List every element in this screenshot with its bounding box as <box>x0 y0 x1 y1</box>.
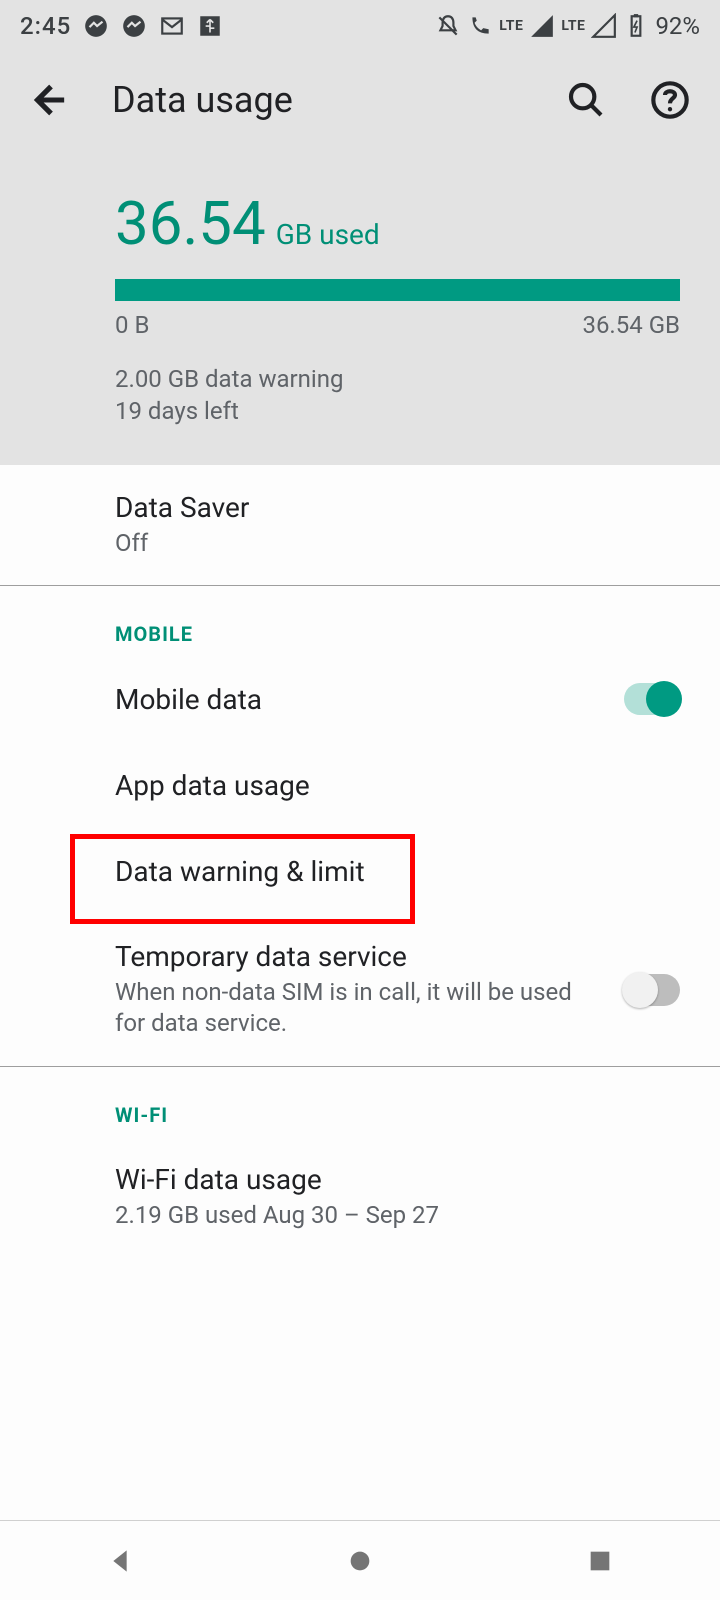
mobile-data-switch[interactable] <box>624 683 680 715</box>
dnd-off-icon <box>435 13 461 39</box>
back-button[interactable] <box>28 78 72 122</box>
search-button[interactable] <box>564 78 608 122</box>
row-data-warning-limit[interactable]: Data warning & limit <box>0 828 720 914</box>
usage-bar-min: 0 B <box>115 311 149 339</box>
row-title: Temporary data service <box>115 940 624 973</box>
row-wifi-data-usage[interactable]: Wi-Fi data usage 2.19 GB used Aug 30 – S… <box>0 1137 720 1257</box>
appbar: Data usage <box>0 52 720 148</box>
header-block: Data usage 36.54 GB used 0 B 36.54 GB 2.… <box>0 52 720 465</box>
usage-summary: 36.54 GB used 0 B 36.54 GB 2.00 GB data … <box>0 148 720 425</box>
usage-days-left: 19 days left <box>115 397 680 425</box>
lte-label-2: LTE <box>561 18 585 34</box>
section-wifi: WI-FI <box>0 1067 720 1137</box>
lte-label: LTE <box>499 18 523 34</box>
messenger-icon <box>121 13 147 39</box>
row-title: Wi-Fi data usage <box>115 1163 680 1196</box>
row-data-saver[interactable]: Data Saver Off <box>0 465 720 585</box>
temporary-data-switch[interactable] <box>624 974 680 1006</box>
help-button[interactable] <box>648 78 692 122</box>
row-title: Data warning & limit <box>115 855 680 888</box>
usage-warning: 2.00 GB data warning <box>115 365 680 393</box>
section-mobile: MOBILE <box>0 586 720 656</box>
usage-amount: 36.54 <box>115 188 266 259</box>
usage-bar-max: 36.54 GB <box>582 311 680 339</box>
nav-home-button[interactable] <box>342 1543 378 1579</box>
usage-bar: 0 B 36.54 GB <box>115 279 680 339</box>
nav-recent-button[interactable] <box>582 1543 618 1579</box>
usage-unit: GB used <box>276 218 380 251</box>
page-title: Data usage <box>112 79 524 121</box>
nav-back-button[interactable] <box>102 1543 138 1579</box>
row-sub: 2.19 GB used Aug 30 – Sep 27 <box>115 1200 595 1231</box>
row-title: Data Saver <box>115 491 680 524</box>
row-sub: Off <box>115 528 595 559</box>
battery-percent: 92% <box>655 12 700 40</box>
row-temporary-data-service[interactable]: Temporary data service When non-data SIM… <box>0 914 720 1065</box>
usb-icon <box>197 13 223 39</box>
row-title: Mobile data <box>115 683 624 716</box>
settings-list: Data Saver Off MOBILE Mobile data App da… <box>0 465 720 1520</box>
signal-empty-icon <box>591 13 617 39</box>
system-nav-bar <box>0 1520 720 1600</box>
battery-charging-icon <box>623 13 649 39</box>
row-title: App data usage <box>115 769 680 802</box>
row-mobile-data[interactable]: Mobile data <box>0 656 720 742</box>
messenger-icon <box>83 13 109 39</box>
signal-full-icon <box>529 13 555 39</box>
gmail-icon <box>159 13 185 39</box>
row-sub: When non-data SIM is in call, it will be… <box>115 977 595 1039</box>
volte-call-icon <box>467 13 493 39</box>
row-app-data-usage[interactable]: App data usage <box>0 742 720 828</box>
status-bar: 2:45 LTE LTE 92% <box>0 0 720 52</box>
status-time: 2:45 <box>20 12 71 40</box>
